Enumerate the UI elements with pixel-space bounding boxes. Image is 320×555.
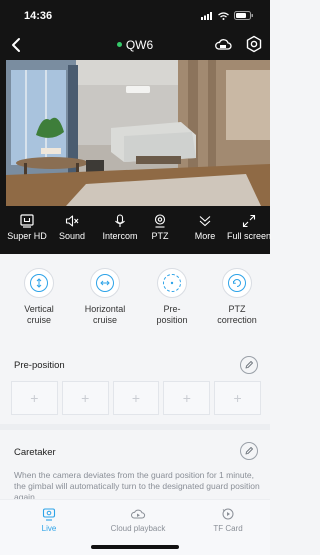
control-label: Sound — [58, 231, 86, 241]
status-bar: 14:36 — [0, 0, 270, 30]
section-divider — [0, 424, 270, 430]
vertical-cruise-circle — [24, 268, 54, 298]
tab-label: TF Card — [213, 524, 243, 533]
horizontal-cruise-icon — [96, 274, 114, 292]
action-label: Pre-position — [142, 304, 202, 326]
nav-bar: QW6 — [0, 30, 270, 60]
tab-tf-card[interactable]: TF Card — [183, 508, 273, 533]
preposition-icon — [163, 274, 181, 292]
caretaker-title: Caretaker — [14, 447, 56, 458]
cloud-playback-icon — [131, 509, 146, 519]
control-label: PTZ — [151, 231, 169, 241]
vertical-cruise-icon — [30, 274, 48, 292]
caretaker-edit-button[interactable] — [240, 442, 258, 460]
tab-live[interactable]: Live — [4, 508, 94, 533]
tab-label: Cloud playback — [110, 524, 166, 533]
add-icon: + — [30, 390, 39, 406]
preposition-slot[interactable]: + — [11, 381, 58, 415]
preposition-circle — [157, 268, 187, 298]
pencil-icon — [245, 447, 253, 455]
ptz-icon — [154, 214, 166, 228]
preposition-slots: + + + + + — [11, 381, 261, 415]
label-line: cruise — [26, 315, 51, 325]
horizontal-cruise-button[interactable]: Horizontal cruise — [75, 268, 135, 326]
add-icon: + — [182, 390, 191, 406]
hd-icon — [20, 214, 34, 228]
horizontal-cruise-circle — [90, 268, 120, 298]
sound-button[interactable]: Sound — [45, 214, 99, 241]
label-line: Vertical — [24, 304, 54, 314]
vertical-cruise-button[interactable]: Vertical cruise — [9, 268, 69, 326]
microphone-icon — [115, 214, 125, 227]
label-line: position — [156, 315, 188, 325]
tf-card-icon — [222, 508, 234, 520]
fullscreen-icon — [242, 214, 256, 228]
pencil-icon — [245, 361, 253, 369]
control-bar: Super HD Sound Intercom PTZ More Full sc… — [0, 214, 271, 254]
label-line: cruise — [92, 315, 117, 325]
home-indicator — [91, 545, 179, 549]
camera-video-feed[interactable] — [6, 60, 270, 206]
wifi-icon — [218, 11, 229, 20]
ptz-correction-circle — [222, 268, 252, 298]
add-icon: + — [233, 390, 242, 406]
add-icon: + — [131, 390, 141, 406]
preposition-slot[interactable]: + — [61, 381, 109, 415]
preposition-edit-button[interactable] — [240, 356, 258, 374]
tab-cloud-playback[interactable]: Cloud playback — [93, 508, 183, 533]
preposition-button[interactable]: Pre-position — [142, 268, 202, 326]
tab-label: Live — [41, 524, 57, 533]
ptz-correction-icon — [228, 274, 246, 292]
status-time: 14:36 — [24, 10, 53, 22]
fullscreen-button[interactable]: Full screen — [222, 214, 276, 241]
action-label: Horizontal cruise — [75, 304, 135, 326]
battery-icon — [234, 11, 253, 20]
chevron-double-down-icon — [199, 216, 211, 227]
settings-gear-icon[interactable] — [245, 35, 263, 53]
control-label: More — [194, 231, 216, 241]
label-line: Pre- — [163, 304, 181, 314]
preposition-slot[interactable]: + — [214, 381, 261, 415]
preposition-slot[interactable]: + — [112, 381, 160, 415]
preposition-title: Pre-position — [14, 360, 65, 371]
ptz-correction-button[interactable]: PTZ correction — [207, 268, 267, 326]
mute-icon — [65, 215, 79, 227]
label-line: Horizontal — [84, 304, 126, 314]
action-label: PTZ correction — [207, 304, 267, 326]
label-line: correction — [217, 315, 257, 325]
bottom-tab-bar: Live Cloud playback TF Card — [0, 499, 270, 555]
signal-icon — [201, 11, 212, 20]
cloud-icon[interactable] — [214, 37, 232, 53]
status-icons — [201, 11, 254, 20]
control-label: Super HD — [7, 231, 47, 241]
control-label: Full screen — [226, 231, 271, 241]
live-view-area: 14:36 QW6 — [0, 0, 270, 235]
preposition-slot[interactable]: + — [163, 381, 211, 415]
action-label: Vertical cruise — [9, 304, 69, 326]
live-icon — [42, 508, 56, 521]
device-name: QW6 — [125, 38, 154, 52]
label-line: PTZ — [228, 304, 246, 314]
online-status-dot — [116, 42, 122, 48]
add-icon: + — [81, 390, 90, 406]
